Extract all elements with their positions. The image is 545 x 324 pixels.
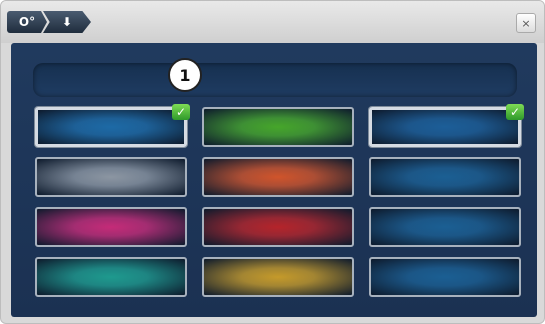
close-button[interactable]: × (516, 13, 536, 33)
swatch-red-8[interactable] (202, 207, 354, 247)
swatch-blue-12[interactable] (369, 257, 521, 297)
checkmark-icon: ✓ (172, 104, 190, 120)
color-preview-bar (33, 63, 517, 97)
swatch-blue-9[interactable] (369, 207, 521, 247)
close-icon: × (521, 16, 531, 30)
swatch-gray-4[interactable] (35, 157, 187, 197)
theme-panel: 1 ✓ ✓ (11, 43, 537, 317)
swatch-green-2[interactable] (202, 107, 354, 147)
swatch-blue-3[interactable]: ✓ (369, 104, 524, 147)
swatch-magenta-7[interactable] (35, 207, 187, 247)
breadcrumb-settings[interactable]: O° (7, 11, 47, 33)
settings-icon: O° (18, 15, 36, 29)
swatch-orange-5[interactable] (202, 157, 354, 197)
swatch-blue-6[interactable] (369, 157, 521, 197)
breadcrumb-download[interactable]: ⬇ (43, 11, 91, 33)
swatch-teal-10[interactable] (35, 257, 187, 297)
callout-label: 1 (179, 65, 191, 85)
download-icon: ⬇ (61, 15, 73, 29)
swatch-yellow-orange-11[interactable] (202, 257, 354, 297)
top-bar: O° ⬇ × (1, 1, 544, 43)
swatch-blue-1[interactable]: ✓ (35, 104, 190, 147)
window: O° ⬇ × 1 ✓ ✓ (0, 0, 545, 324)
callout-marker: 1 (168, 58, 202, 92)
checkmark-icon: ✓ (506, 104, 524, 120)
